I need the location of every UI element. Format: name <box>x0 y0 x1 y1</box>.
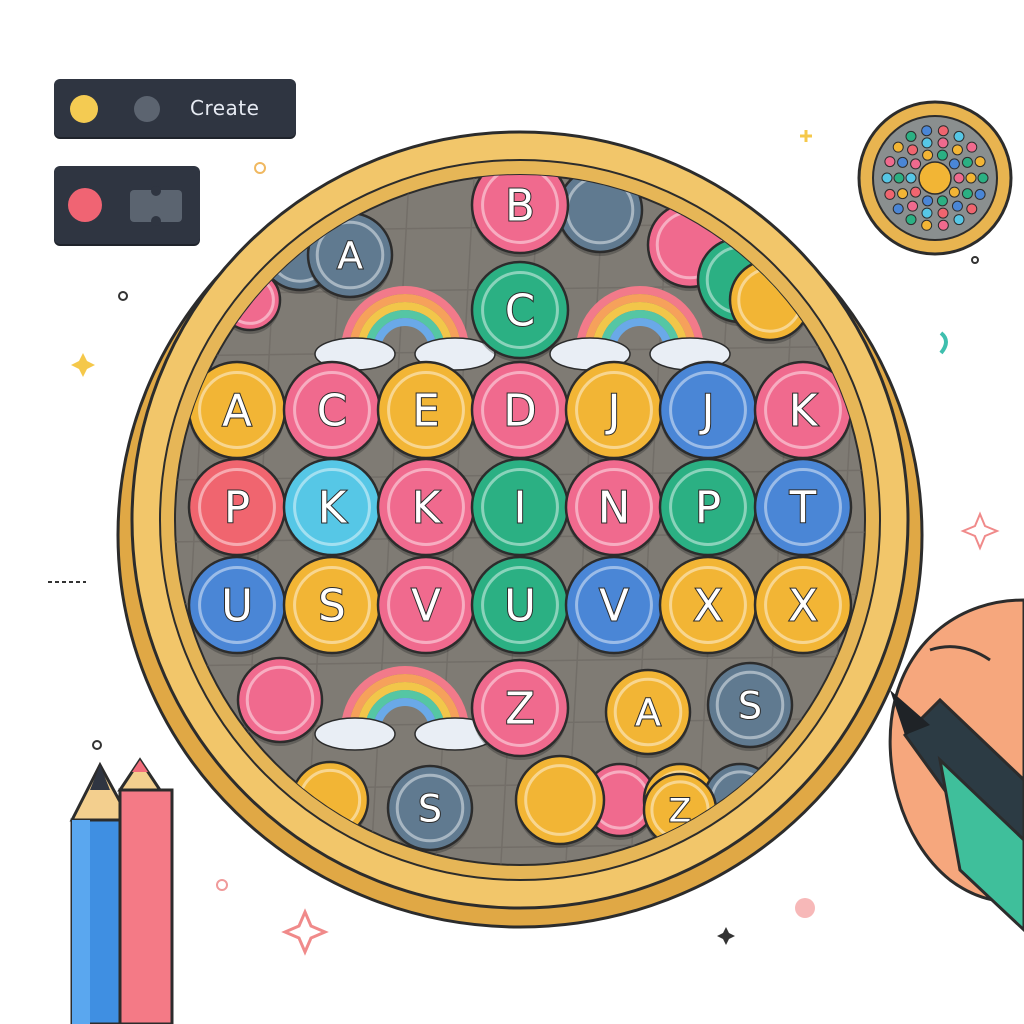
letter-coin[interactable]: K <box>282 457 382 559</box>
coin-letter: S <box>318 581 345 631</box>
coin-letter: V <box>599 581 629 631</box>
coin-letter: K <box>789 386 819 436</box>
coin-letter: S <box>738 683 762 727</box>
sparkle-icon <box>71 353 95 377</box>
marker-icon <box>888 598 1024 933</box>
sparkle-icon <box>281 908 329 956</box>
letter-coin[interactable] <box>236 656 324 746</box>
letter-coin[interactable]: V <box>564 555 664 657</box>
letter-coin[interactable]: I <box>470 457 570 559</box>
coin-letter: E <box>412 386 439 436</box>
letter-coin[interactable]: S <box>706 661 794 751</box>
letter-coin[interactable]: V <box>376 555 476 657</box>
coin-letter: C <box>505 286 535 336</box>
letter-coin[interactable]: U <box>470 555 570 657</box>
coin-letter: D <box>503 386 536 436</box>
coin-letter: P <box>224 483 250 533</box>
coin-letter: Z <box>505 684 535 734</box>
coin-letter: V <box>411 581 441 631</box>
coin-letter: B <box>505 181 535 231</box>
sparkle-icon <box>717 927 735 945</box>
coin-letter: K <box>318 483 348 533</box>
coin-letter: J <box>605 386 621 436</box>
coin-letter: I <box>514 483 527 533</box>
coin-letter: K <box>412 483 442 533</box>
coin-letter: X <box>693 581 723 631</box>
letter-coin[interactable]: K <box>376 457 476 559</box>
letter-coin[interactable]: X <box>658 555 758 657</box>
letter-coin[interactable] <box>514 754 606 848</box>
letter-coin[interactable]: E <box>376 360 476 462</box>
letter-coin[interactable]: A <box>604 668 692 758</box>
coin-tray: ABCA C E D J J KP K K I N P TU S V U V X XZ A SS Z <box>116 130 924 929</box>
coin-letter: A <box>635 690 661 734</box>
coin-letter: P <box>695 483 721 533</box>
letter-coin[interactable]: C <box>282 360 382 462</box>
coin-letter: T <box>789 483 817 533</box>
letter-coin[interactable]: T <box>753 457 853 559</box>
sparkle-icon <box>800 130 812 142</box>
coin-letter: U <box>221 581 253 631</box>
coin-letter: N <box>598 483 630 533</box>
coin-letter: A <box>337 233 363 277</box>
letter-coin[interactable]: Z <box>470 658 570 760</box>
letter-coin[interactable]: C <box>470 260 570 362</box>
coin-letter: X <box>788 581 818 631</box>
letter-coin[interactable]: D <box>470 360 570 462</box>
badge-coin <box>857 100 1013 256</box>
alphabet-coin-tray-illustration: ABCA C E D J J KP K K I N P TU S V U V X XZ A SS Z <box>48 100 1024 1024</box>
letter-coin[interactable]: J <box>564 360 664 462</box>
letter-coin[interactable]: S <box>386 764 474 854</box>
letter-coin[interactable]: J <box>658 360 758 462</box>
coin-letter: U <box>504 581 536 631</box>
letter-coin[interactable]: N <box>564 457 664 559</box>
coin-letter: J <box>699 386 715 436</box>
sparkle-icon <box>960 511 1000 551</box>
letter-coin[interactable]: P <box>187 457 287 559</box>
coin-letter: S <box>418 786 442 830</box>
letter-coin[interactable]: X <box>753 555 853 657</box>
coin-letter: A <box>222 386 252 436</box>
letter-coin[interactable]: S <box>282 555 382 657</box>
pencil-icon <box>117 757 174 1024</box>
letter-coin[interactable]: U <box>187 555 287 657</box>
coin-letter: C <box>317 386 347 436</box>
letter-coin[interactable]: P <box>658 457 758 559</box>
